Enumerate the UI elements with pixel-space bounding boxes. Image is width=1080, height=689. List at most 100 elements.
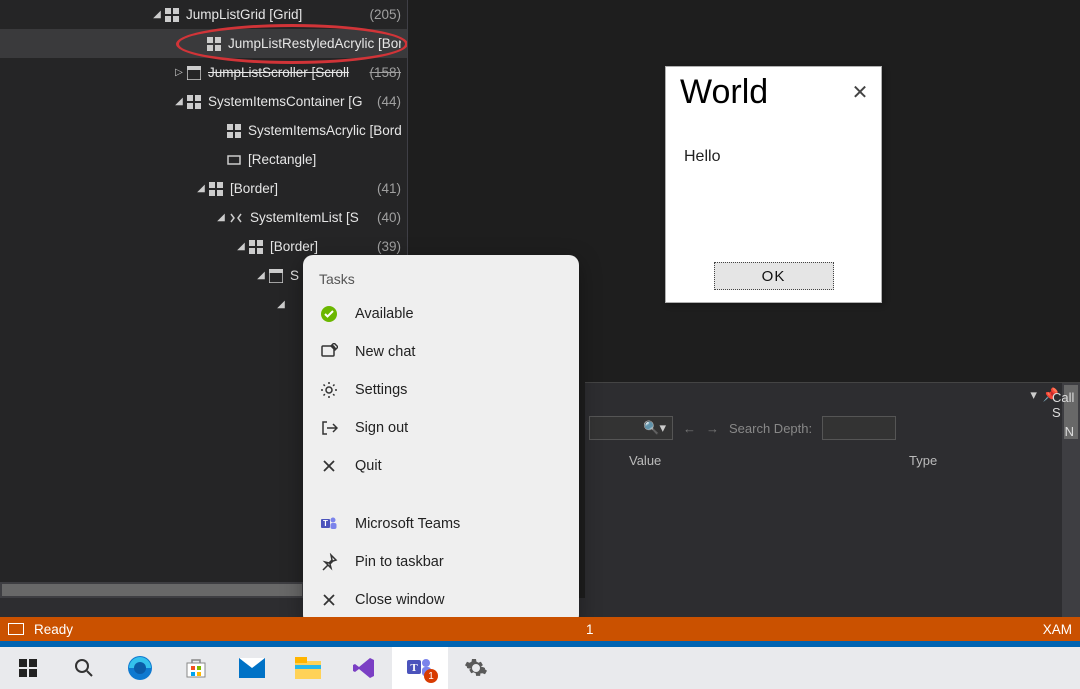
tree-row[interactable]: SystemItemsAcrylic [Border [0,116,407,145]
tree-row-count: (40) [377,210,401,225]
jumplist-item-new-chat[interactable]: New chat [303,333,579,371]
sign-out-icon [319,418,339,438]
search-icon: 🔍▾ [643,420,666,436]
svg-text:T: T [323,519,328,528]
panel-icon [268,268,284,284]
new-chat-icon [319,342,339,362]
status-available-icon [319,304,339,324]
tree-row-count: (39) [377,239,401,254]
expander-collapsed-icon[interactable]: ◢ [150,9,164,20]
tree-row[interactable]: ◢ JumpListGrid [Grid] (205) [0,0,407,29]
tags-icon [228,210,244,226]
expander-collapsed-icon[interactable]: ◢ [214,212,228,223]
tree-row[interactable]: ◢ [Border] (41) [0,174,407,203]
tree-row-count: (158) [369,65,401,80]
tree-row[interactable]: [Rectangle] [0,145,407,174]
close-window-icon [319,590,339,610]
taskbar: T 1 [0,647,1080,689]
tree-row[interactable]: ◢ SystemItemsContainer [G (44) [0,87,407,116]
expander-collapsed-icon[interactable]: ◢ [234,241,248,252]
tree-row-label: JumpListGrid [Grid] [186,7,363,22]
jumplist-item-pin[interactable]: Pin to taskbar [303,543,579,581]
jumplist-item-sign-out[interactable]: Sign out [303,409,579,447]
jumplist-item-quit[interactable]: Quit [303,447,579,485]
locals-panel: ▾ 📌 ✕ 🔍▾ ← → Search Depth: Value Type [585,382,1080,641]
quit-icon [319,456,339,476]
tree-row[interactable]: ◢ SystemItemList [S (40) [0,203,407,232]
expander-collapsed-icon[interactable]: ◢ [274,299,288,310]
jumplist-item-status-available[interactable]: Available [303,295,579,333]
settings-icon [319,380,339,400]
nav-back-icon[interactable]: ← [683,421,696,436]
taskbar-teams[interactable]: T 1 [392,647,448,689]
panel-icon [186,65,202,81]
tree-hscroll-thumb[interactable] [2,584,302,596]
grid-icon [208,181,224,197]
column-header-value[interactable]: Value [629,453,909,468]
taskbar-search[interactable] [56,647,112,689]
grid-icon [164,7,180,23]
jumplist-item-label: New chat [355,344,415,360]
tree-row-count: (44) [377,94,401,109]
column-header-type[interactable]: Type [909,453,937,468]
tool-dropdown-icon[interactable]: ▾ [1030,387,1037,403]
rect-icon [226,152,242,168]
jumplist-item-label: Settings [355,382,407,398]
jumplist-header: Tasks [303,255,579,295]
status-bar: Ready 1 XAM [0,617,1080,641]
tree-row[interactable]: JumpListRestyledAcrylic [Borde [0,29,407,58]
dialog-body: Hello [666,112,881,166]
tree-row-count: (41) [377,181,401,196]
expander-collapsed-icon[interactable]: ◢ [172,96,186,107]
jumplist-item-label: Sign out [355,420,408,436]
message-dialog: World ✕ Hello OK [665,66,882,303]
search-depth-label: Search Depth: [729,421,812,436]
expander-icon[interactable]: ▷ [172,67,186,78]
grid-icon [248,239,264,255]
side-tab-callstack[interactable]: Call S N [1046,384,1080,445]
tree-row-label: SystemItemList [S [250,210,371,225]
grid-icon [206,36,222,52]
jumplist-item-teams[interactable]: T Microsoft Teams [303,505,579,543]
dialog-close-button[interactable]: ✕ [849,81,871,103]
tree-row-label: [Border] [230,181,371,196]
svg-text:T: T [410,662,418,674]
taskbar-edge[interactable] [112,647,168,689]
tree-row-label: [Rectangle] [248,152,401,167]
tree-row-label: SystemItemsContainer [G [208,94,371,109]
jumplist-item-close-window[interactable]: Close window [303,581,579,619]
tree-row-label: SystemItemsAcrylic [Border [248,123,401,138]
dialog-ok-button[interactable]: OK [714,262,834,290]
jumplist-item-label: Available [355,306,414,322]
jumplist: Tasks Available New chat Settings Sign out Q… [303,255,579,625]
status-ready: Ready [34,622,73,637]
status-break-number: 1 [586,622,594,637]
nav-forward-icon[interactable]: → [706,421,719,436]
jumplist-item-settings[interactable]: Settings [303,371,579,409]
taskbar-mail[interactable] [224,647,280,689]
teams-icon: T [319,514,339,534]
search-box[interactable]: 🔍▾ [589,416,673,440]
taskbar-settings[interactable] [448,647,504,689]
jumplist-item-label: Pin to taskbar [355,554,444,570]
grid-icon [226,123,242,139]
expander-collapsed-icon[interactable]: ◢ [194,183,208,194]
none-icon [288,297,304,313]
search-depth-input[interactable] [822,416,896,440]
taskbar-explorer[interactable] [280,647,336,689]
tree-row-label: JumpListScroller [Scroll [208,65,363,80]
taskbar-visualstudio[interactable] [336,647,392,689]
pin-icon [319,552,339,572]
jumplist-item-label: Close window [355,592,444,608]
tree-row[interactable]: ▷ JumpListScroller [Scroll (158) [0,58,407,87]
taskbar-teams-badge: 1 [424,669,438,683]
expander-collapsed-icon[interactable]: ◢ [254,270,268,281]
grid-icon [186,94,202,110]
taskbar-store[interactable] [168,647,224,689]
status-right-text: XAM [1043,622,1072,637]
tree-row-count: (205) [369,7,401,22]
tree-row-label: JumpListRestyledAcrylic [Borde [228,36,401,51]
jumplist-item-label: Microsoft Teams [355,516,460,532]
taskbar-start[interactable] [0,647,56,689]
jumplist-item-label: Quit [355,458,382,474]
